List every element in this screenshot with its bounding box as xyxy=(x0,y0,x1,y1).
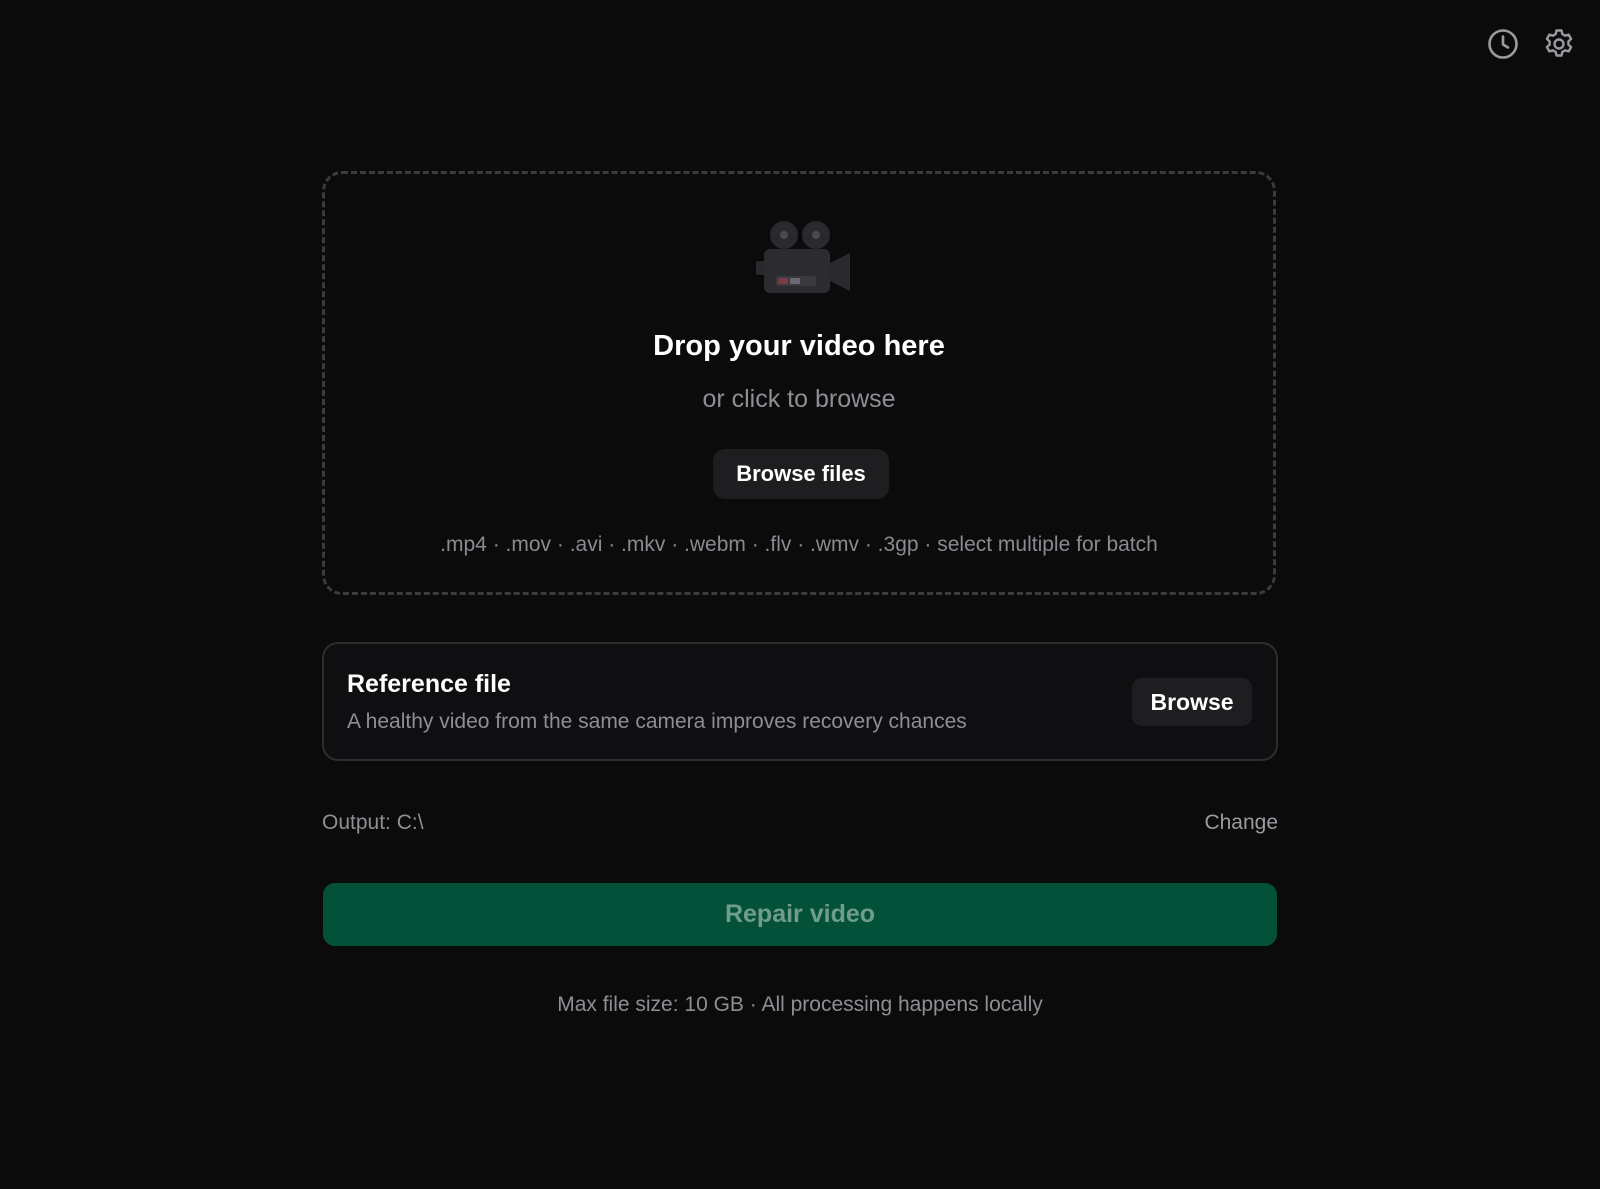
gear-icon[interactable] xyxy=(1542,27,1576,61)
clock-icon[interactable] xyxy=(1486,27,1520,61)
supported-formats: .mp4 · .mov · .avi · .mkv · .webm · .flv… xyxy=(440,533,1158,556)
app-window: Drop your video here or click to browse … xyxy=(0,0,1600,1189)
movie-camera-icon xyxy=(756,219,852,301)
output-row: Output: C:\ Change xyxy=(322,808,1278,838)
reference-browse-button[interactable]: Browse xyxy=(1132,678,1252,726)
video-dropzone[interactable]: Drop your video here or click to browse … xyxy=(322,171,1276,595)
top-toolbar xyxy=(1486,27,1576,61)
change-output-link[interactable]: Change xyxy=(1204,811,1278,835)
reference-description: A healthy video from the same camera imp… xyxy=(347,710,967,733)
browse-files-button[interactable]: Browse files xyxy=(713,449,889,499)
dropzone-title: Drop your video here xyxy=(653,330,945,362)
reference-title: Reference file xyxy=(347,670,511,698)
repair-video-button[interactable]: Repair video xyxy=(323,883,1277,946)
dropzone-subtitle: or click to browse xyxy=(702,385,896,413)
output-path: Output: C:\ xyxy=(322,811,424,834)
footer-note: Max file size: 10 GB · All processing ha… xyxy=(557,993,1043,1016)
reference-file-card: Reference file A healthy video from the … xyxy=(322,642,1278,761)
